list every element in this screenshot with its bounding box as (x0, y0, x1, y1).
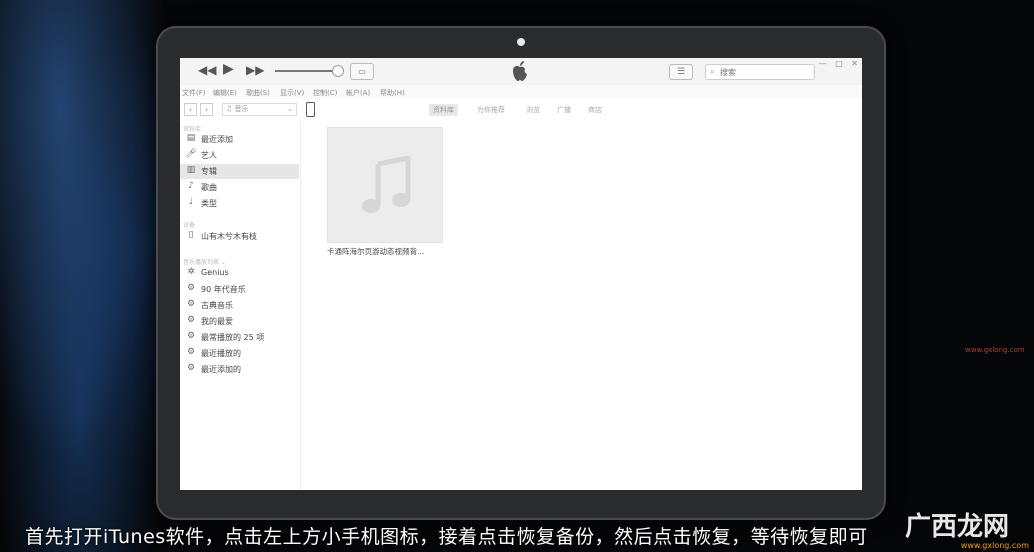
sidebar-item-albums[interactable]: ▥ 专辑 (180, 164, 299, 179)
sidebar-item-favorites[interactable]: ⚙ 我的最爱 (180, 314, 299, 329)
play-icon[interactable]: ▶ (223, 61, 234, 77)
genius-icon: ✲ (187, 267, 195, 277)
sidebar-item-label: 我的最爱 (201, 317, 233, 326)
tab-library[interactable]: 资料库 (429, 104, 458, 116)
sidebar-item-genius[interactable]: ✲ Genius (180, 266, 299, 281)
sidebar: 资料库 ▤ 最近添加 🎤︎ 艺人 ▥ 专辑 ♪ 歌曲 ♩ 类型 设备 ▯ 山有木… (180, 121, 301, 490)
watermark-text: 广西龙网 (905, 512, 1010, 542)
devices-header: 设备 (183, 222, 196, 229)
fast-forward-icon[interactable]: ▶▶ (246, 63, 264, 77)
music-note-placeholder-icon (362, 156, 411, 213)
sidebar-item-label: 90 年代音乐 (201, 285, 246, 294)
close-button[interactable]: ✕ (851, 59, 858, 68)
camera-dot (517, 38, 525, 46)
library-select[interactable]: ♫ 音乐 ⌄ (222, 103, 297, 116)
gear-icon: ⚙ (186, 347, 196, 357)
gear-icon: ⚙ (186, 299, 196, 309)
search-icon: ⌕ (710, 67, 715, 76)
side-watermark-url: www.gxlong.com (965, 346, 1025, 354)
minimize-button[interactable]: — (819, 59, 827, 68)
sidebar-item-recently-added-playlist[interactable]: ⚙ 最近添加的 (180, 362, 299, 377)
sidebar-item-classical[interactable]: ⚙ 古典音乐 (180, 298, 299, 313)
navigation-bar: ‹ › ♫ 音乐 ⌄ 资料库 为你推荐 浏览 广播 商店 (180, 99, 862, 122)
gear-icon: ⚙ (186, 315, 196, 325)
artist-icon: 🎤︎ (185, 149, 197, 159)
sidebar-item-label: 专辑 (201, 167, 217, 176)
list-view-button[interactable]: ☰ (669, 64, 693, 80)
sidebar-item-label: 类型 (201, 199, 217, 208)
video-subtitle: 首先打开iTunes软件，点击左上方小手机图标，接着点击恢复备份，然后点击恢复，… (25, 526, 868, 548)
tab-store[interactable]: 商店 (584, 104, 606, 116)
playlists-header[interactable]: 音乐播放列表 ⌄ (183, 257, 226, 266)
laptop-frame: ◀◀ ▶ ▶▶ ▭ ☰ ⌕ — □ ✕ 文件(F) 编辑(E) (156, 26, 886, 520)
gear-icon: ⚙ (186, 331, 196, 341)
sidebar-item-90s-music[interactable]: ⚙ 90 年代音乐 (180, 282, 299, 297)
sidebar-item-device[interactable]: ▯ 山有木兮木有枝 (180, 229, 299, 244)
menu-account[interactable]: 帐户(A) (346, 88, 370, 98)
sidebar-item-songs[interactable]: ♪ 歌曲 (180, 180, 299, 195)
library-select-label: 音乐 (234, 105, 249, 113)
site-watermark-logo: 广西龙网 www.gxlong.com (905, 506, 1031, 550)
sidebar-item-label: 最近添加 (201, 135, 233, 144)
tab-browse[interactable]: 浏览 (522, 104, 544, 116)
window-controls: — □ ✕ (813, 59, 858, 68)
sidebar-item-label: 最常播放的 25 项 (201, 333, 265, 342)
sidebar-item-recently-played[interactable]: ⚙ 最近播放的 (180, 346, 299, 361)
sidebar-item-label: 山有木兮木有枝 (201, 232, 257, 241)
gear-icon: ⚙ (186, 283, 196, 293)
tab-for-you[interactable]: 为你推荐 (473, 104, 509, 116)
sidebar-item-recently-added[interactable]: ▤ 最近添加 (180, 132, 299, 147)
sidebar-item-label: 古典音乐 (201, 301, 233, 310)
sidebar-item-label: 最近添加的 (201, 365, 241, 374)
recently-added-icon: ▤ (186, 133, 196, 143)
album-title[interactable]: 卡通阵海尔页游动态视频背... (327, 246, 445, 257)
menu-edit[interactable]: 编辑(E) (213, 88, 237, 98)
genre-icon: ♩ (188, 197, 194, 207)
sidebar-item-label: 歌曲 (201, 183, 217, 192)
watermark-url: www.gxlong.com (960, 541, 1029, 550)
music-note-icon: ♪ (188, 181, 194, 191)
volume-slider[interactable] (275, 70, 333, 72)
volume-knob[interactable] (332, 65, 344, 77)
menu-controls[interactable]: 控制(C) (313, 88, 337, 98)
sidebar-item-label: 最近播放的 (201, 349, 241, 358)
sidebar-item-genres[interactable]: ♩ 类型 (180, 196, 299, 211)
itunes-window: ◀◀ ▶ ▶▶ ▭ ☰ ⌕ — □ ✕ 文件(F) 编辑(E) (180, 58, 862, 490)
maximize-button[interactable]: □ (835, 59, 843, 68)
menu-file[interactable]: 文件(F) (182, 88, 206, 98)
airplay-icon[interactable]: ▭ (350, 63, 374, 80)
sidebar-item-label: Genius (201, 268, 229, 277)
back-arrow-icon[interactable]: ‹ (184, 103, 197, 116)
album-grid: 卡通阵海尔页游动态视频背... (301, 121, 862, 490)
menu-song[interactable]: 歌曲(S) (246, 88, 270, 98)
iphone-device-icon[interactable] (306, 102, 315, 117)
music-note-icon: ♫ (226, 105, 233, 113)
chevron-icon: ⌄ (287, 105, 293, 113)
player-toolbar: ◀◀ ▶ ▶▶ ▭ ☰ ⌕ — □ ✕ (180, 58, 862, 86)
apple-logo-icon (513, 61, 527, 81)
sidebar-item-top-25[interactable]: ⚙ 最常播放的 25 项 (180, 330, 299, 345)
tab-radio[interactable]: 广播 (553, 104, 575, 116)
menu-view[interactable]: 显示(V) (280, 88, 304, 98)
iphone-icon: ▯ (188, 230, 194, 240)
album-artwork[interactable] (327, 127, 443, 243)
rewind-icon[interactable]: ◀◀ (198, 63, 216, 77)
sidebar-item-label: 艺人 (201, 151, 217, 160)
search-input[interactable] (720, 65, 810, 79)
sidebar-item-artists[interactable]: 🎤︎ 艺人 (180, 148, 299, 163)
gear-icon: ⚙ (186, 363, 196, 373)
album-icon: ▥ (186, 165, 196, 175)
forward-arrow-icon[interactable]: › (200, 103, 213, 116)
menu-bar: 文件(F) 编辑(E) 歌曲(S) 显示(V) 控制(C) 帐户(A) 帮助(H… (180, 85, 862, 99)
menu-help[interactable]: 帮助(H) (380, 88, 405, 98)
search-box[interactable]: ⌕ (705, 64, 815, 80)
